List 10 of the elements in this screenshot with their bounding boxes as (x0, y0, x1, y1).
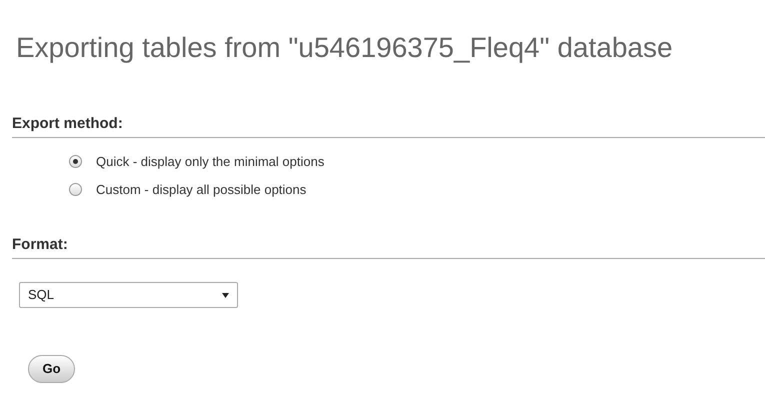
format-dropdown[interactable]: SQL (19, 282, 238, 308)
go-button[interactable]: Go (28, 355, 75, 383)
radio-button[interactable] (69, 155, 82, 168)
section-heading: Format: (12, 236, 68, 253)
radio-button[interactable] (69, 182, 82, 196)
page-title: Exporting tables from "u546196375_Fleq4" database (16, 31, 673, 65)
radio-option[interactable]: Custom - display all possible options (69, 180, 306, 199)
radio-option[interactable]: Quick - display only the minimal options (69, 152, 324, 172)
dropdown-arrow-icon (222, 292, 229, 298)
section-heading: Export method: (12, 115, 123, 132)
